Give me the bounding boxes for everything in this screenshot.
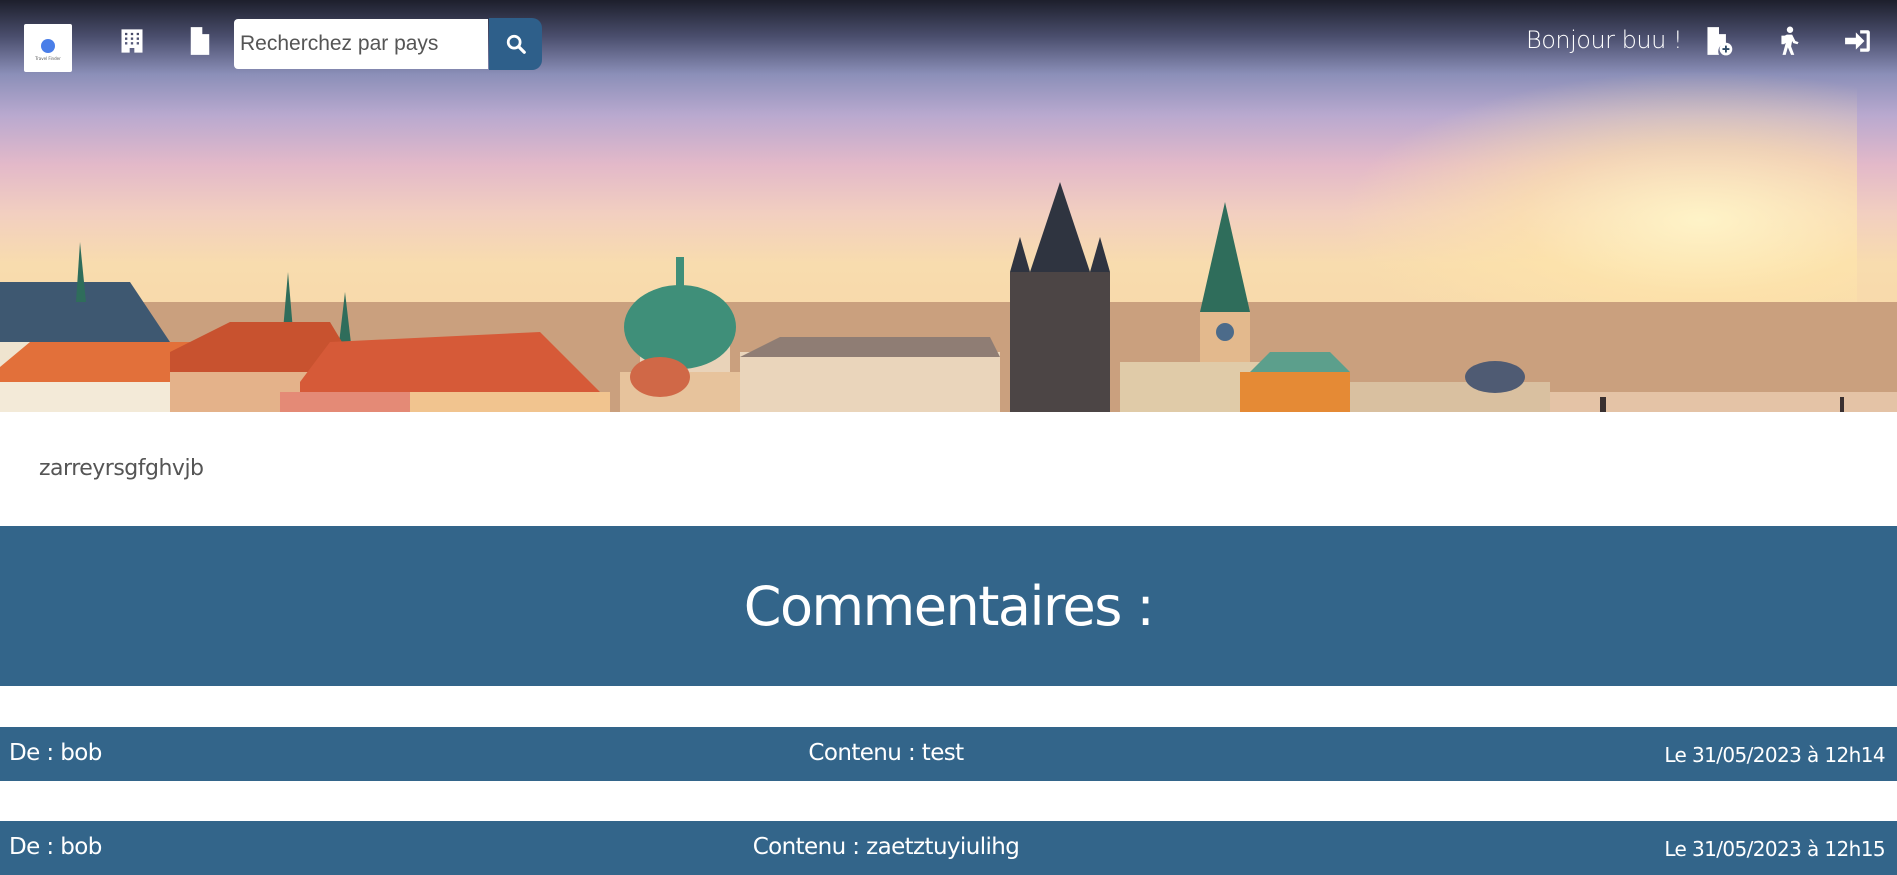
comment-date: Le 31/05/2023 à 12h14 [1664, 743, 1885, 767]
comment-content: Contenu : test [808, 740, 964, 766]
greeting-text: Bonjour buu ! [1526, 26, 1683, 54]
search-icon [506, 34, 526, 54]
file-add-icon[interactable] [1705, 26, 1733, 56]
comment-item: De : bob Contenu : test Le 31/05/2023 à … [0, 727, 1897, 781]
logo-text: Travel Finder [35, 56, 61, 61]
search-input[interactable] [234, 19, 488, 69]
comment-content: Contenu : zaetztuyiulihg [752, 834, 1020, 860]
plane-logo-icon [41, 39, 55, 53]
hiking-icon[interactable] [1777, 26, 1803, 56]
comments-header: Commentaires : [0, 526, 1897, 686]
prague-skyline-image [0, 182, 1897, 412]
sign-in-icon[interactable] [1844, 26, 1872, 56]
search-button[interactable] [489, 18, 542, 70]
comment-item: De : bob Contenu : zaetztuyiulihg Le 31/… [0, 821, 1897, 875]
building-icon[interactable] [118, 26, 146, 56]
file-icon[interactable] [188, 26, 212, 56]
site-logo[interactable]: Travel Finder [24, 24, 72, 72]
description-text: zarreyrsgfghvjb [39, 456, 204, 481]
comment-date: Le 31/05/2023 à 12h15 [1664, 837, 1885, 861]
comments-title: Commentaires : [743, 574, 1155, 638]
